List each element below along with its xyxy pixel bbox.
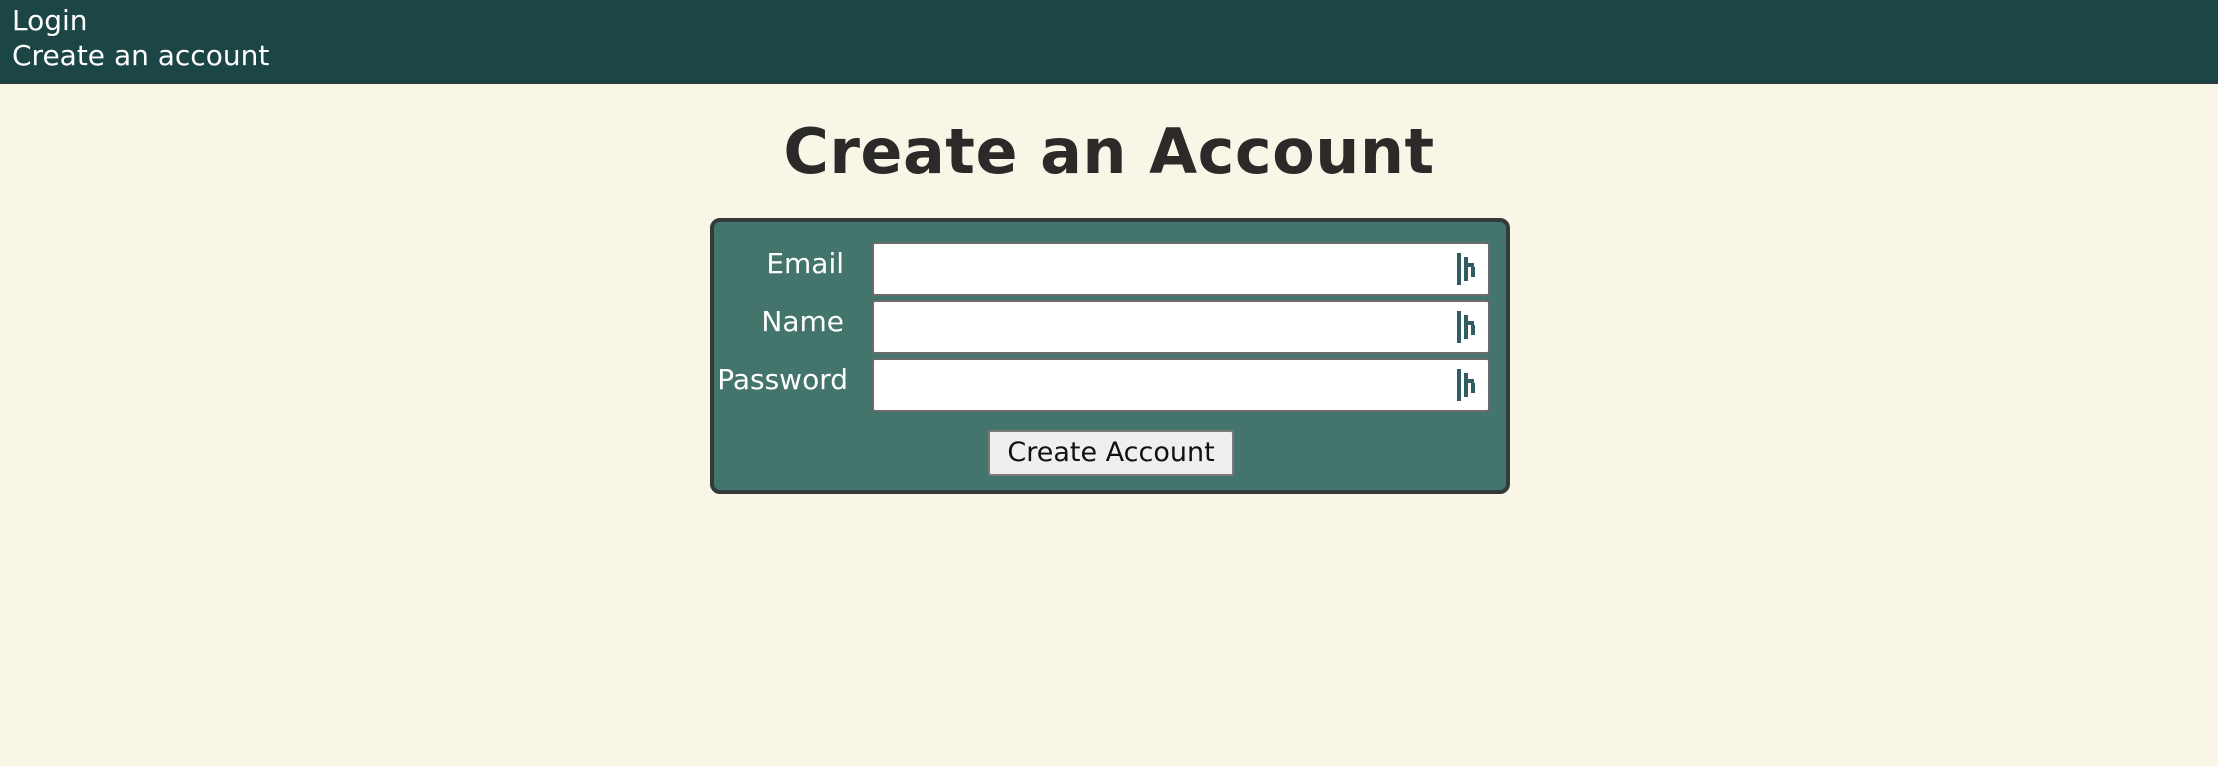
email-field[interactable] [872, 242, 1490, 296]
page-title: Create an Account [783, 115, 1435, 188]
password-manager-icon[interactable] [1456, 311, 1476, 343]
top-nav-bar: Login Create an account [0, 0, 2218, 84]
create-account-form: Email Name Password Create Account [710, 218, 1510, 494]
name-label: Name [761, 305, 844, 338]
password-label: Password [717, 363, 848, 396]
name-field[interactable] [872, 300, 1490, 354]
password-manager-icon[interactable] [1456, 369, 1476, 401]
nav-login-link[interactable]: Login [12, 4, 88, 38]
email-label: Email [766, 247, 844, 280]
nav-create-account-link[interactable]: Create an account [12, 39, 269, 73]
create-account-button[interactable]: Create Account [988, 430, 1234, 476]
password-field[interactable] [872, 358, 1490, 412]
password-manager-icon[interactable] [1456, 253, 1476, 285]
